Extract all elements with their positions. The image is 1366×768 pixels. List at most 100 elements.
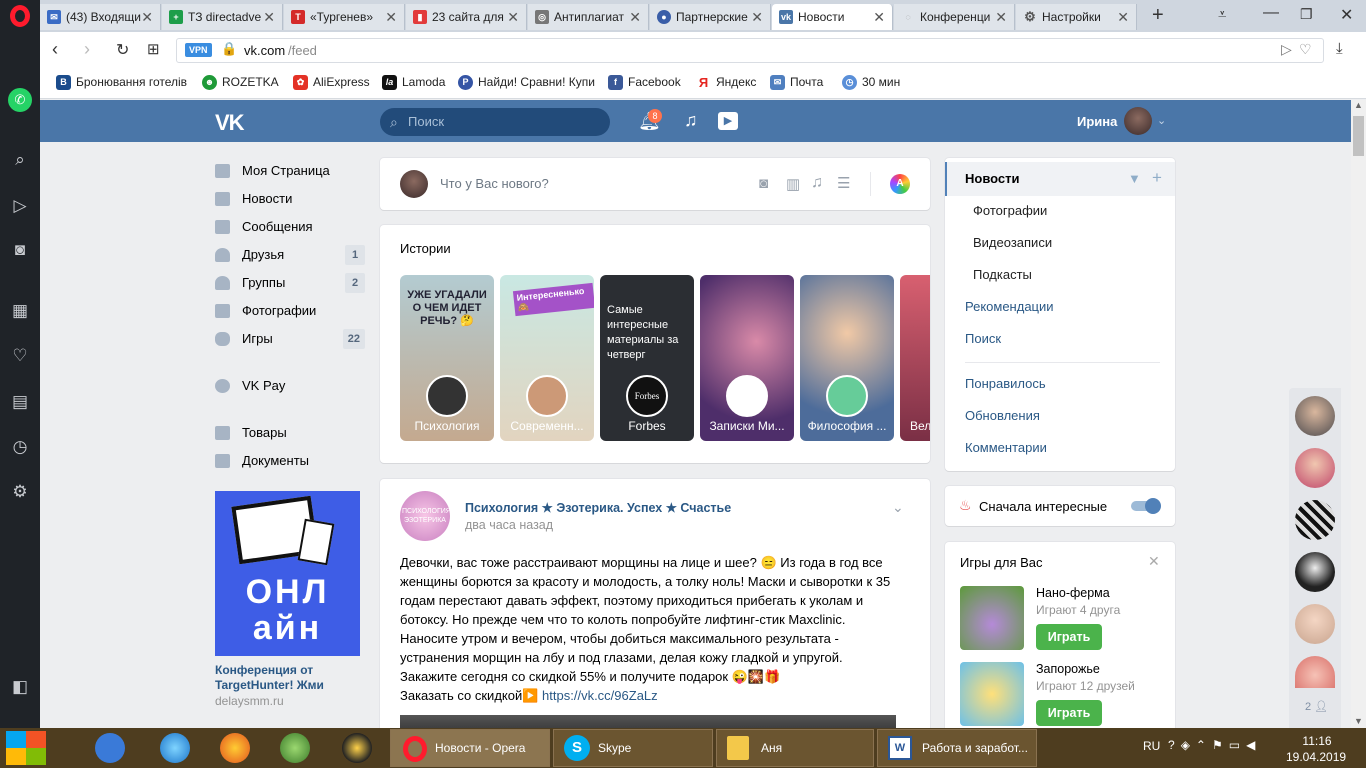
page-scrollbar[interactable]: ▲ ▼ xyxy=(1351,100,1366,728)
game-name[interactable]: Нано-ферма xyxy=(1036,586,1110,600)
url-field[interactable]: VPN 🔒 vk.com /feed ▷ ♡ xyxy=(176,38,1324,63)
chat-avatar[interactable] xyxy=(1295,448,1335,488)
avatar[interactable] xyxy=(1124,107,1152,135)
close-icon[interactable]: ✕ xyxy=(751,4,763,30)
bookmark-rozetka[interactable]: ☻ ROZETKA xyxy=(202,75,279,90)
whatsapp-icon[interactable]: ✆ xyxy=(8,88,32,112)
sidebar-toggle-icon[interactable]: ◧ xyxy=(8,675,32,699)
volume-icon[interactable]: ◀ xyxy=(1246,738,1261,752)
game-thumb-zaporozhye[interactable] xyxy=(960,662,1024,726)
story-psychology[interactable]: УЖЕ УГАДАЛИ О ЧЕМ ИДЕТ РЕЧЬ? 🤔 Психологи… xyxy=(400,275,494,441)
minimize-button[interactable]: — xyxy=(1263,4,1279,22)
nav-comments[interactable]: Комментарии xyxy=(965,440,1047,455)
menu-vkpay[interactable]: VK Pay xyxy=(215,374,365,398)
bookmark-lamoda[interactable]: la Lamoda xyxy=(382,75,445,90)
opera-logo-icon[interactable] xyxy=(10,5,30,27)
post-avatar[interactable]: ПСИХОЛОГИЯ ЭЗОТЕРИКА xyxy=(400,491,450,541)
story-notes[interactable]: Записки Ми... xyxy=(700,275,794,441)
camera-icon[interactable]: ◙ xyxy=(8,238,32,262)
settings-icon[interactable]: ⚙ xyxy=(8,480,32,504)
nav-liked[interactable]: Понравилось xyxy=(965,376,1046,391)
tab-menu-icon[interactable]: ⩡ xyxy=(1218,6,1226,23)
bookmark-price[interactable]: P Найди! Сравни! Купи xyxy=(458,75,595,90)
ie-icon[interactable] xyxy=(160,733,190,763)
close-icon[interactable]: ✕ xyxy=(507,4,519,30)
close-window-button[interactable]: ✕ xyxy=(1340,5,1353,25)
chat-avatar[interactable] xyxy=(1295,396,1335,436)
close-icon[interactable]: ✕ xyxy=(141,4,153,30)
close-icon[interactable]: ✕ xyxy=(873,4,885,30)
story-forbes[interactable]: Самые интересные материалы за четверг Fo… xyxy=(600,275,694,441)
post-author[interactable]: Психология ★ Эзотерика. Успех ★ Счастье xyxy=(465,500,731,515)
play-icon[interactable]: ▶ xyxy=(718,112,738,130)
chat-avatar[interactable] xyxy=(1295,500,1335,540)
speed-dial-icon[interactable]: ▦ xyxy=(8,299,32,323)
nav-podcasts[interactable]: Подкасты xyxy=(973,267,1032,282)
bookmark-booking[interactable]: B Бронювання готелів xyxy=(56,75,187,90)
chat-avatar[interactable] xyxy=(1295,656,1335,688)
plus-icon[interactable]: + xyxy=(1152,168,1162,188)
search-icon[interactable]: ⌕ xyxy=(8,148,32,172)
tab-vk-news[interactable]: vk Новости ✕ xyxy=(772,4,893,30)
ad-banner[interactable]: ОНЛ АЙН xyxy=(215,491,360,656)
scrollbar-down-icon[interactable]: ▼ xyxy=(1354,716,1363,726)
taskbar-skype[interactable]: S Skype xyxy=(553,729,713,767)
tab-antiplagiat[interactable]: ◎ Антиплагиат ✕ xyxy=(528,4,649,30)
heart-icon[interactable]: ♡ xyxy=(8,344,32,368)
bookmark-yandex[interactable]: Я Яндекс xyxy=(696,75,756,90)
send-page-icon[interactable]: ▷ xyxy=(1281,41,1292,58)
maximize-button[interactable]: ❐ xyxy=(1300,6,1313,23)
play-button[interactable]: Играть xyxy=(1036,700,1102,726)
language-indicator[interactable]: RU xyxy=(1143,739,1160,753)
bookmark-30min[interactable]: ◷ 30 мин xyxy=(842,75,900,90)
volume-icon[interactable] xyxy=(95,733,125,763)
post-link[interactable]: https://vk.cc/96ZaLz xyxy=(542,688,658,703)
chat-avatar[interactable] xyxy=(1295,552,1335,592)
history-icon[interactable]: ◷ xyxy=(8,435,32,459)
bookmark-aliexpress[interactable]: ✿ AliExpress xyxy=(293,75,370,90)
clock-date[interactable]: 19.04.2019 xyxy=(1286,750,1346,764)
menu-friends[interactable]: Друзья 1 xyxy=(215,243,365,267)
nav-photos[interactable]: Фотографии xyxy=(973,203,1047,218)
menu-messages[interactable]: Сообщения xyxy=(215,215,365,239)
clock-time[interactable]: 11:16 xyxy=(1299,734,1335,748)
tab-conference[interactable]: ◌ Конференци ✕ xyxy=(894,4,1015,30)
avast-icon[interactable] xyxy=(342,733,372,763)
download-icon[interactable]: ⤓ xyxy=(1336,40,1343,57)
tab-partners[interactable]: ● Партнерские ✕ xyxy=(650,4,771,30)
composer-input[interactable]: Что у Вас нового? xyxy=(440,176,549,191)
new-tab-button[interactable]: + xyxy=(1152,4,1164,27)
chat-avatar[interactable] xyxy=(1295,604,1335,644)
tab-turgenev[interactable]: T «Тургенев» ✕ xyxy=(284,4,405,30)
video-icon[interactable]: ▥ xyxy=(786,175,800,193)
bookmark-mail[interactable]: ✉ Почта xyxy=(770,75,823,90)
menu-documents[interactable]: Документы xyxy=(215,449,365,473)
close-icon[interactable]: ✕ xyxy=(1148,553,1160,570)
send-icon[interactable]: ▷ xyxy=(8,194,32,218)
menu-groups[interactable]: Группы 2 xyxy=(215,271,365,295)
story-modern[interactable]: Интересненько🙈 Современн... xyxy=(500,275,594,441)
bookmark-heart-icon[interactable]: ♡ xyxy=(1299,41,1312,58)
story-partial[interactable]: Вел xyxy=(900,275,930,441)
ar-mask-icon[interactable]: A xyxy=(890,174,910,194)
story-philosophy[interactable]: Философия ... xyxy=(800,275,894,441)
menu-photos[interactable]: Фотографии xyxy=(215,299,365,323)
taskbar-word[interactable]: W Работа и заработ... xyxy=(877,729,1037,767)
vpn-badge[interactable]: VPN xyxy=(185,43,212,57)
chevron-up-icon[interactable]: ⌃ xyxy=(1196,738,1212,752)
close-icon[interactable]: ✕ xyxy=(263,4,275,30)
music-icon[interactable]: ♫ xyxy=(811,174,823,192)
forward-icon[interactable]: › xyxy=(84,39,90,60)
taskbar-opera[interactable]: Новости - Opera xyxy=(390,729,550,767)
shield-icon[interactable]: ◈ xyxy=(1181,738,1196,752)
chats-count[interactable]: 2 👤︎ xyxy=(1305,700,1328,713)
article-icon[interactable]: ☰ xyxy=(837,174,850,192)
nav-videos[interactable]: Видеозаписи xyxy=(973,235,1052,250)
search-input[interactable]: ⌕ Поиск xyxy=(380,108,610,136)
tab-directadvert[interactable]: + ТЗ directadve ✕ xyxy=(162,4,283,30)
interesting-first-toggle[interactable] xyxy=(1131,498,1161,514)
nav-recommendations[interactable]: Рекомендации xyxy=(965,299,1054,314)
network-icon[interactable]: ▭ xyxy=(1229,738,1246,752)
app-icon[interactable] xyxy=(280,733,310,763)
back-icon[interactable]: ‹ xyxy=(52,39,58,60)
